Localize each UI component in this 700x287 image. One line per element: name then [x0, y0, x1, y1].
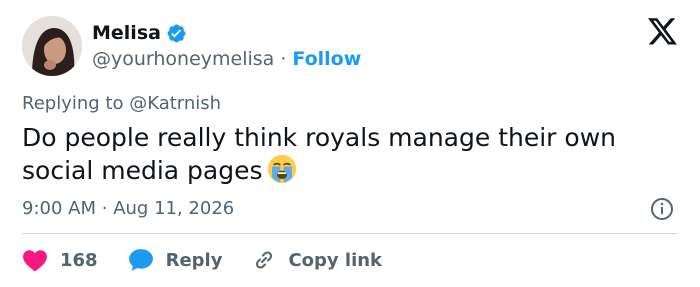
tweet-card: Melisa @yourhoneymelisa · Follow Replyin… — [0, 0, 700, 287]
replying-to: Replying to @Katrnish — [22, 93, 221, 114]
tweet-timestamp[interactable]: 9:00 AM · Aug 11, 2026 — [22, 198, 234, 219]
author-handle[interactable]: @yourhoneymelisa — [92, 48, 274, 70]
reply-button[interactable]: Reply — [128, 248, 223, 272]
like-count: 168 — [60, 249, 98, 271]
divider — [22, 233, 678, 234]
author-name-row: Melisa — [92, 22, 187, 44]
copy-link-label: Copy link — [288, 249, 383, 271]
info-icon[interactable] — [650, 197, 674, 221]
link-icon — [256, 251, 273, 269]
handle-separator: · — [280, 48, 287, 70]
like-button[interactable]: 168 — [22, 248, 98, 272]
reply-bubble-icon — [128, 249, 153, 271]
loudly-crying-face-icon — [267, 154, 297, 184]
action-bar: 168 Reply Copy link — [22, 247, 412, 273]
replying-mention[interactable]: @Katrnish — [129, 93, 221, 114]
verified-badge-icon — [166, 23, 187, 44]
tweet-date: Aug 11, 2026 — [113, 198, 235, 219]
handle-row: @yourhoneymelisa · Follow — [92, 48, 361, 70]
heart-icon — [23, 250, 47, 272]
replying-prefix: Replying to — [22, 93, 124, 114]
avatar[interactable] — [22, 16, 82, 76]
tweet-time: 9:00 AM — [22, 198, 96, 219]
reply-label: Reply — [165, 249, 223, 271]
avatar-photo — [22, 16, 82, 76]
meta-separator: · — [101, 198, 108, 219]
follow-button[interactable]: Follow — [292, 48, 361, 70]
tweet-text: Do people really think royals manage the… — [22, 122, 672, 187]
copy-link-button[interactable]: Copy link — [252, 248, 382, 272]
tweet-body: Do people really think royals manage the… — [22, 123, 616, 185]
x-logo-icon[interactable] — [648, 18, 678, 46]
author-name[interactable]: Melisa — [92, 22, 161, 44]
